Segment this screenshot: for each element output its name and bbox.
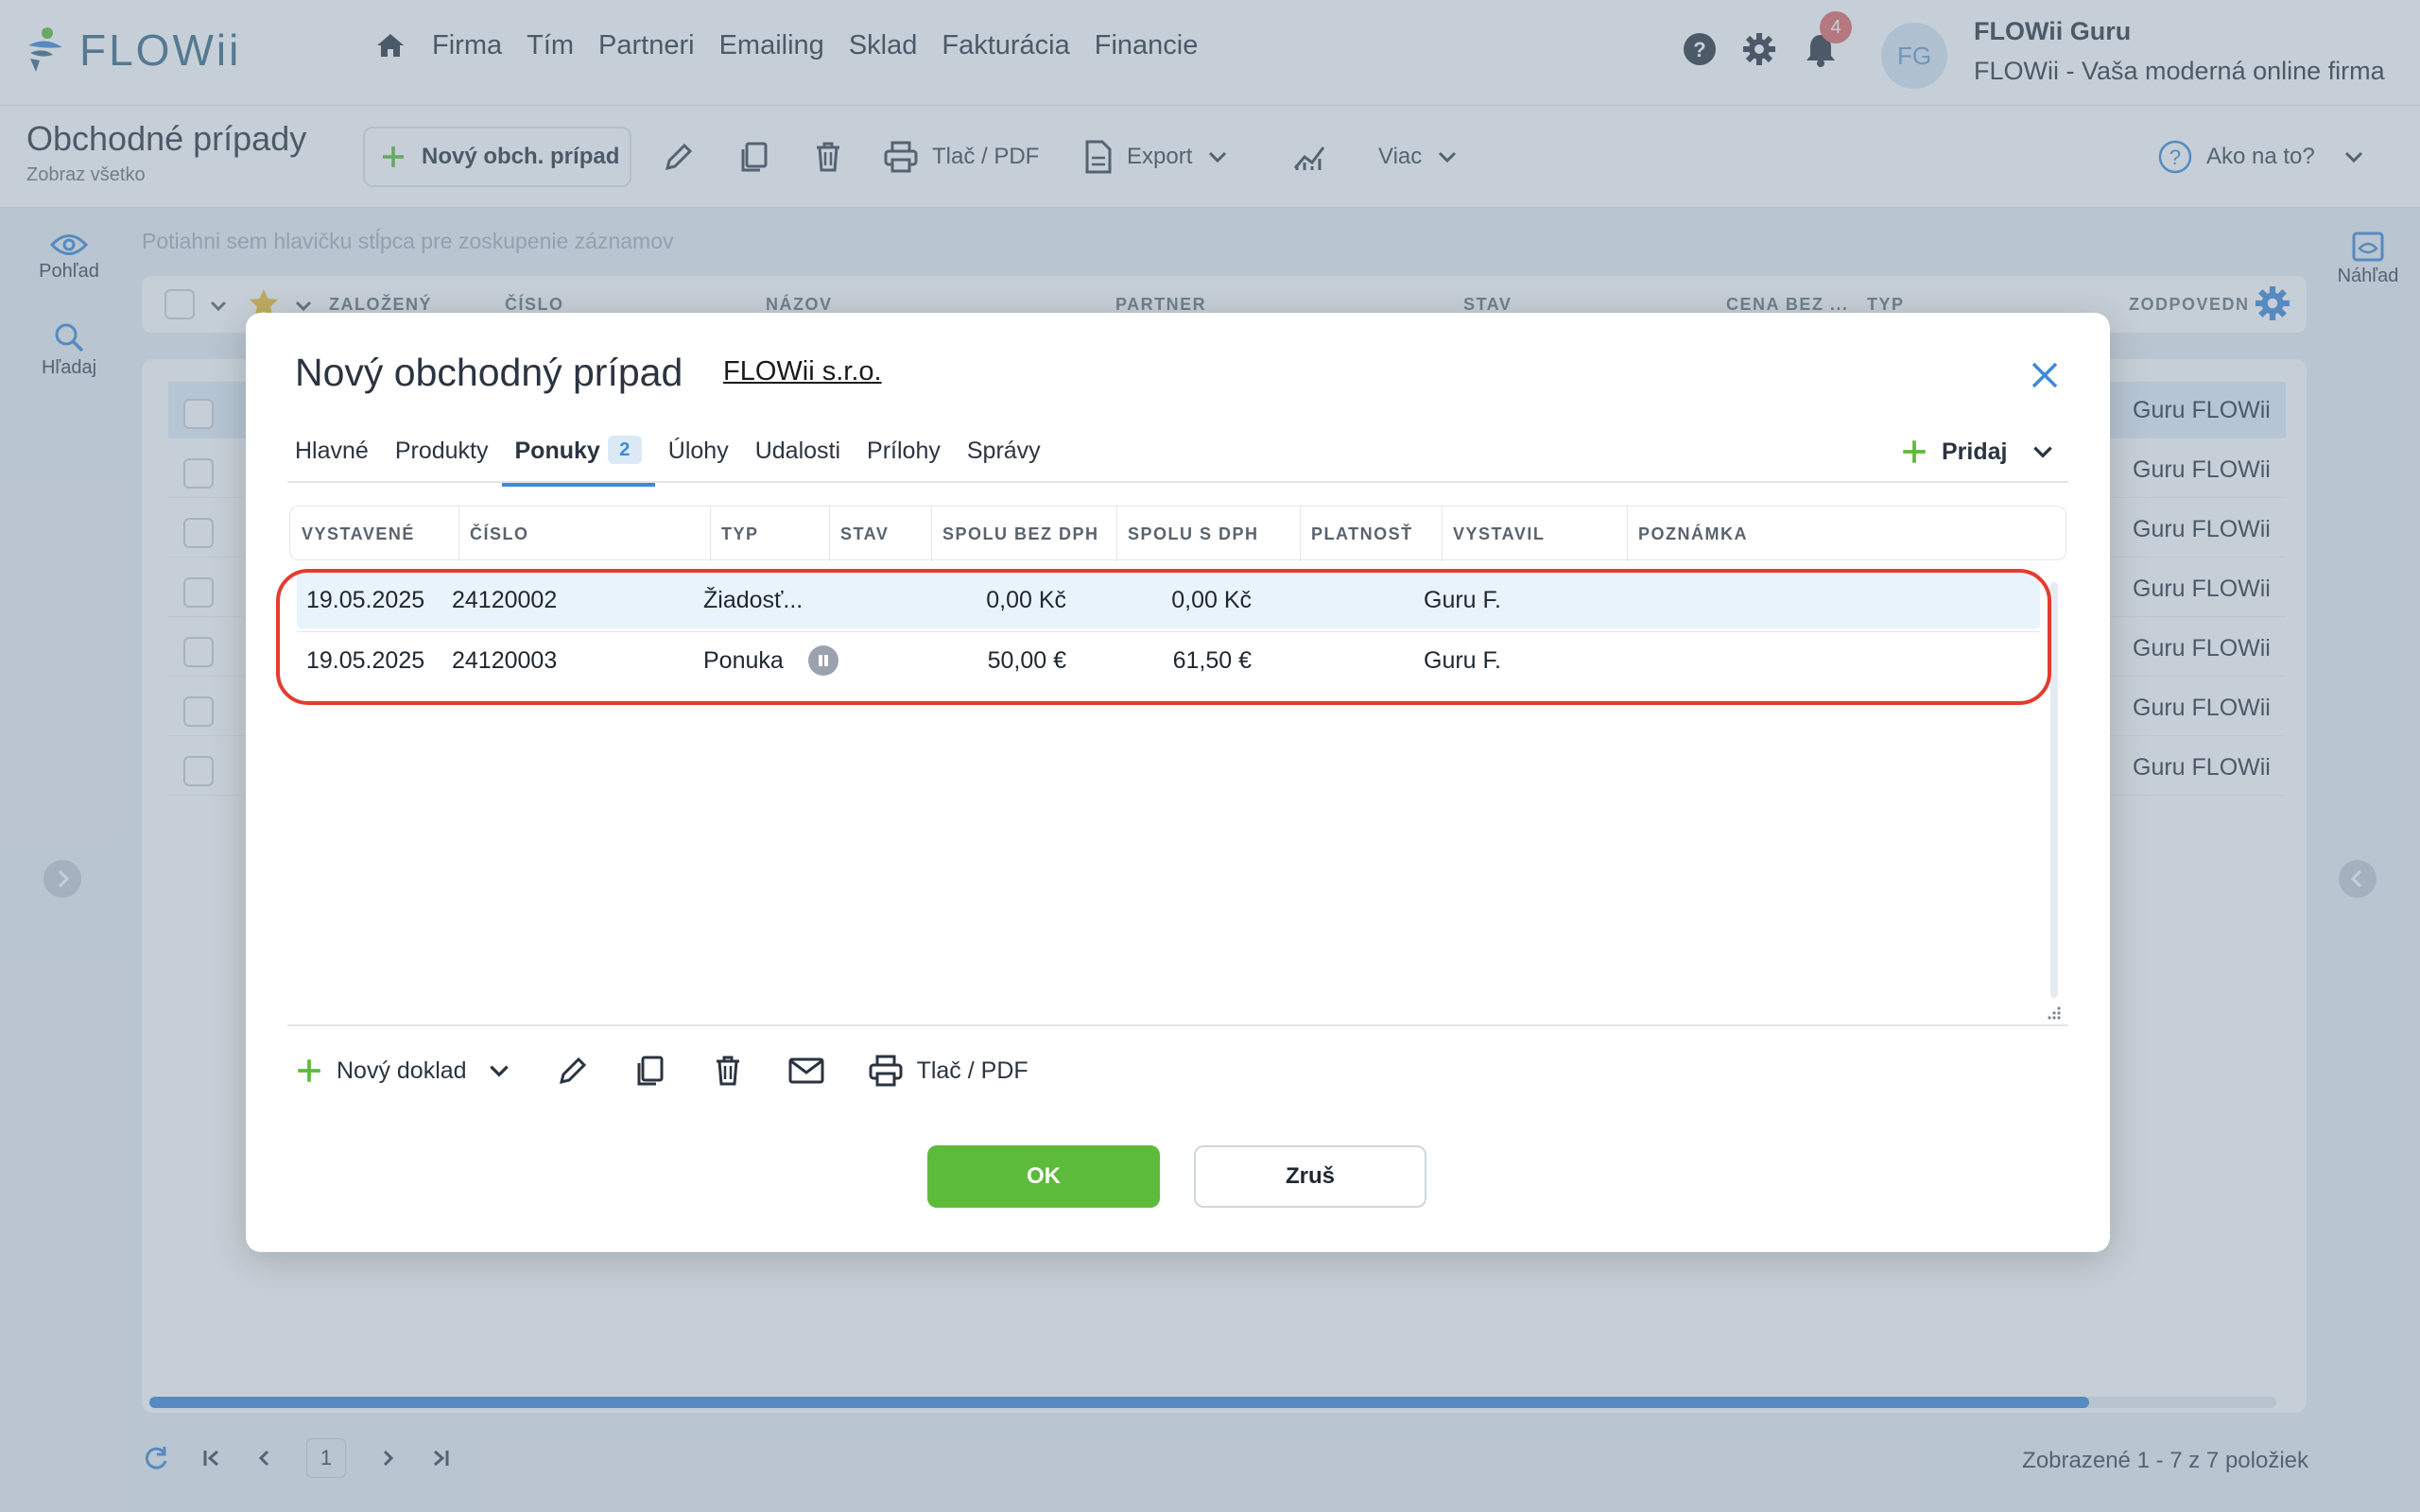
printer-icon: [869, 1055, 903, 1087]
tools-divider: [287, 1024, 2068, 1026]
tab-label: Udalosti: [754, 438, 841, 464]
column-separator[interactable]: [931, 507, 932, 561]
tabs-divider: [287, 481, 2068, 483]
tab-prilohy[interactable]: Prílohy: [854, 438, 954, 487]
dialog-tabs: Hlavné Produkty Ponuky 2 Úlohy Udalosti P…: [295, 436, 1054, 487]
copy-document-button[interactable]: [633, 1054, 667, 1088]
column-header[interactable]: SPOLU S DPH: [1128, 524, 1259, 544]
tab-count-badge: 2: [607, 436, 642, 464]
pencil-icon: [559, 1057, 586, 1085]
column-separator[interactable]: [458, 507, 459, 561]
tab-udalosti[interactable]: Udalosti: [742, 438, 854, 487]
dialog-title: Nový obchodný prípad: [295, 351, 683, 394]
offers-vertical-scrollbar[interactable]: [2050, 582, 2058, 998]
tab-label: Správy: [966, 438, 1041, 464]
firm-link[interactable]: FLOWii s.r.o.: [723, 356, 882, 387]
email-document-button[interactable]: [788, 1057, 824, 1085]
delete-document-button[interactable]: [711, 1054, 745, 1088]
tab-label: Produkty: [394, 438, 489, 464]
add-button[interactable]: Pridaj: [1900, 438, 2056, 466]
highlight-annotation: [276, 569, 2051, 705]
column-header[interactable]: STAV: [840, 524, 889, 544]
column-separator[interactable]: [829, 507, 830, 561]
envelope-icon: [788, 1057, 824, 1084]
chevron-down-icon: [489, 1065, 509, 1077]
tab-hlavne[interactable]: Hlavné: [295, 438, 382, 487]
column-separator[interactable]: [1627, 507, 1628, 561]
trash-icon: [716, 1056, 739, 1086]
column-separator[interactable]: [1442, 507, 1443, 561]
plus-icon: [1903, 440, 1926, 463]
offers-toolbar: Nový doklad Tlač / PDF: [295, 1042, 1072, 1099]
column-separator[interactable]: [1300, 507, 1301, 561]
column-separator[interactable]: [710, 507, 711, 561]
column-header[interactable]: SPOLU BEZ DPH: [942, 524, 1099, 544]
tab-ulohy[interactable]: Úlohy: [655, 438, 742, 487]
column-header[interactable]: ČÍSLO: [470, 524, 529, 544]
new-document-label: Nový doklad: [337, 1057, 467, 1084]
column-header[interactable]: TYP: [721, 524, 759, 544]
new-document-button[interactable]: Nový doklad: [295, 1057, 512, 1085]
offers-table-header: VYSTAVENÉ ČÍSLO TYP STAV SPOLU BEZ DPH S…: [289, 506, 2066, 561]
tab-label: Hlavné: [295, 438, 369, 464]
tab-produkty[interactable]: Produkty: [382, 438, 502, 487]
plus-icon: [298, 1059, 320, 1082]
ok-button[interactable]: OK: [927, 1145, 1160, 1208]
tab-spravy[interactable]: Správy: [954, 438, 1054, 487]
tab-label: Úlohy: [667, 438, 729, 464]
column-header[interactable]: VYSTAVENÉ: [302, 524, 415, 544]
copy-icon: [637, 1056, 664, 1086]
edit-document-button[interactable]: [556, 1054, 590, 1088]
chevron-down-icon: [2033, 446, 2053, 458]
tab-label: Ponuky: [514, 438, 600, 464]
add-label: Pridaj: [1942, 438, 2008, 465]
column-header[interactable]: PLATNOSŤ: [1311, 524, 1413, 544]
tab-ponuky[interactable]: Ponuky 2: [501, 436, 655, 487]
cancel-button[interactable]: Zruš: [1194, 1145, 1426, 1208]
column-header[interactable]: POZNÁMKA: [1638, 524, 1748, 544]
column-separator[interactable]: [1116, 507, 1117, 561]
print-document-button[interactable]: Tlač / PDF: [868, 1054, 1028, 1088]
close-icon[interactable]: [2028, 358, 2062, 392]
tab-label: Prílohy: [867, 438, 941, 464]
column-header[interactable]: VYSTAVIL: [1453, 524, 1545, 544]
print-document-label: Tlač / PDF: [916, 1057, 1028, 1084]
new-case-dialog: Nový obchodný prípad FLOWii s.r.o. Hlavn…: [246, 313, 2110, 1252]
resize-grip-icon[interactable]: [2044, 1003, 2063, 1022]
